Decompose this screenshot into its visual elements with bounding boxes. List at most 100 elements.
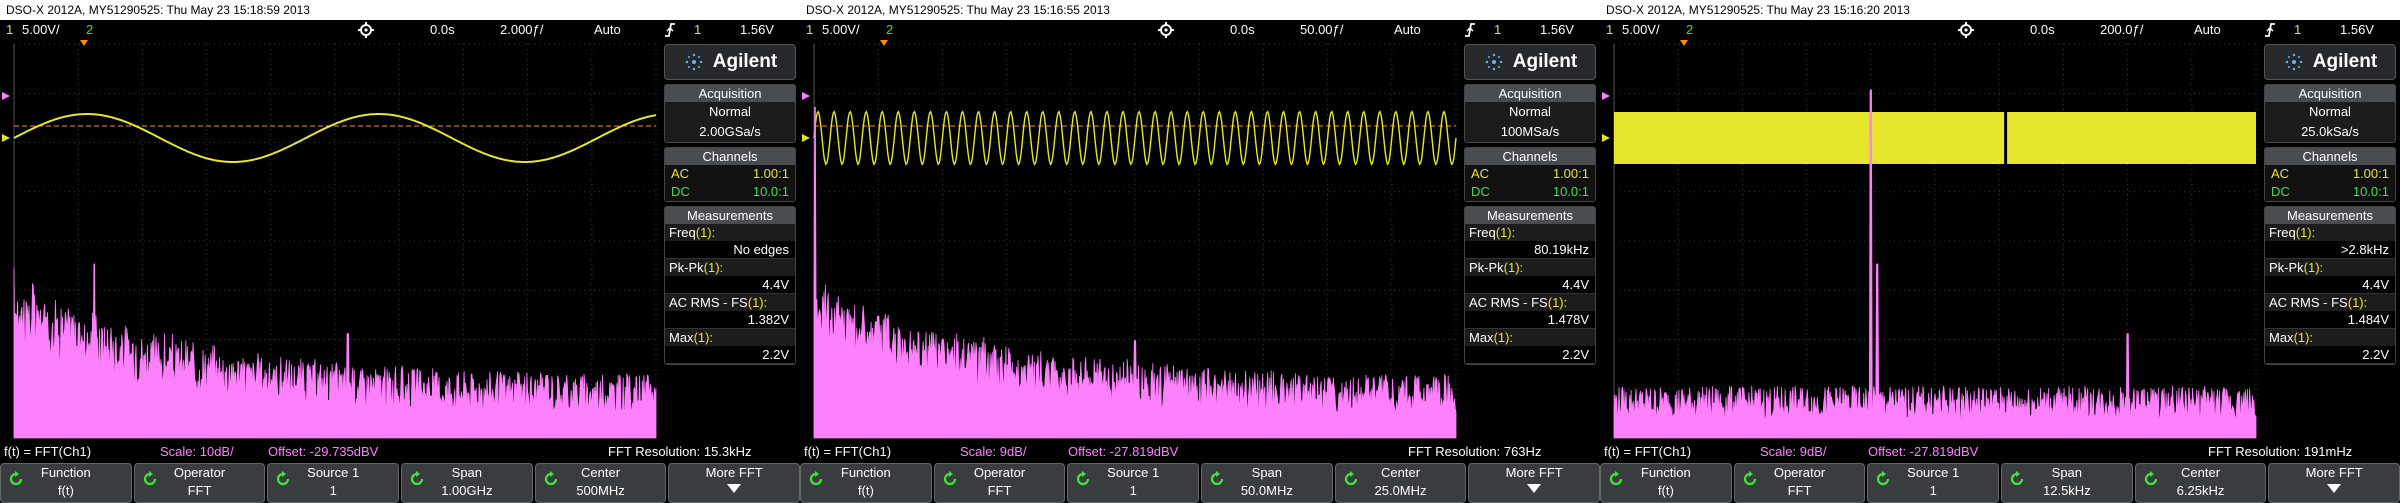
channels-section[interactable]: Channels AC 1.00:1 DC 10.0:1 [2264,147,2396,202]
span-softkey[interactable]: Span 50.0MHz [1201,463,1333,503]
channel-1-row[interactable]: AC 1.00:1 [665,165,795,183]
sample-rate: 100MSa/s [1500,124,1560,139]
brand-logo: Agilent [664,44,796,80]
rotate-knob-icon [1210,471,1224,486]
acrms-label: AC RMS - FS(1): [1469,295,1568,310]
ch2-indicator[interactable]: 2 [1686,20,1693,40]
operator-softkey[interactable]: Operator FFT [133,463,266,503]
fft-resolution: FFT Resolution: 763Hz [1408,444,1542,459]
ch1-coupling: AC [2271,166,2290,181]
channel-1-row[interactable]: AC 1.00:1 [2265,165,2395,183]
channel-1-row[interactable]: AC 1.00:1 [1465,165,1595,183]
center-softkey[interactable]: Center 500MHz [534,463,667,503]
span-softkey[interactable]: Span 12.5kHz [2001,463,2133,503]
operator-softkey[interactable]: Operator FFT [1733,463,1866,503]
ch1-scale[interactable]: 5.00V/ [822,20,860,40]
ch1-scale[interactable]: 5.00V/ [1622,20,1660,40]
channel-2-row[interactable]: DC 10.0:1 [1465,183,1595,201]
operator-softkey[interactable]: Operator FFT [933,463,1066,503]
freq-label: Freq(1): [669,225,716,240]
max-value: 2.2V [665,346,795,364]
horizontal-delay[interactable]: 0.0s [1230,20,1255,40]
source-softkey[interactable]: Source 11 [1867,463,2000,503]
waveform-display[interactable] [1600,40,2260,442]
trigger-edge-icon [1465,23,1475,37]
ch1-indicator[interactable]: 1 [806,20,813,40]
trigger-mode[interactable]: Auto [1394,20,1421,40]
fft-resolution: FFT Resolution: 191mHz [2208,444,2353,459]
math-scale[interactable]: Scale: 9dB/ [1760,442,1827,462]
center-softkey[interactable]: Center 25.0MHz [1334,463,1467,503]
freq-label: Freq(1): [1469,225,1516,240]
math-scale[interactable]: Scale: 9dB/ [960,442,1027,462]
math-ground-marker [1602,92,1610,100]
channels-section[interactable]: Channels AC 1.00:1 DC 10.0:1 [664,147,796,202]
arrow-down-icon [727,484,742,493]
rotate-knob-icon [2010,471,2024,486]
acquisition-header: Acquisition [2265,85,2395,102]
source-softkey[interactable]: Source 11 [1067,463,1200,503]
ch1-scale[interactable]: 5.00V/ [22,20,60,40]
acquisition-section[interactable]: Acquisition Normal 2.00GSa/s [664,84,796,143]
more-fft-softkey[interactable]: More FFT [1468,463,1600,503]
channels-section[interactable]: Channels AC 1.00:1 DC 10.0:1 [1464,147,1596,202]
math-offset[interactable]: Offset: -29.735dBV [268,442,378,462]
timebase-scale[interactable]: 200.0ƒ/ [2100,20,2143,40]
arrow-down-icon [1527,484,1542,493]
measurements-section[interactable]: Measurements Freq(1): >2.8kHz Pk-Pk(1): … [2264,206,2396,365]
function-softkey[interactable]: Function f(t) [800,463,932,503]
scope-capture: DSO-X 2012A, MY51290525: Thu May 23 15:1… [0,0,800,503]
function-softkey[interactable]: Function f(t) [0,463,132,503]
ch1-coupling: AC [1471,166,1490,181]
ch1-indicator[interactable]: 1 [6,20,13,40]
acrms-label: AC RMS - FS(1): [669,295,768,310]
math-scale[interactable]: Scale: 10dB/ [160,442,234,462]
trigger-level[interactable]: 1.56V [2340,20,2374,40]
source-softkey[interactable]: Source 11 [267,463,400,503]
center-softkey[interactable]: Center 6.25kHz [2134,463,2267,503]
rotate-knob-icon [1743,471,1756,486]
more-fft-softkey[interactable]: More FFT [2268,463,2400,503]
measurements-section[interactable]: Measurements Freq(1): 80.19kHz Pk-Pk(1):… [1464,206,1596,365]
ch2-indicator[interactable]: 2 [886,20,893,40]
freq-value: >2.8kHz [2265,241,2395,259]
timebase-scale[interactable]: 2.000ƒ/ [500,20,543,40]
horizontal-delay[interactable]: 0.0s [2030,20,2055,40]
math-offset[interactable]: Offset: -27.819dBV [1868,442,1978,462]
gear-icon [1158,22,1174,38]
measurements-section[interactable]: Measurements Freq(1): No edges Pk-Pk(1):… [664,206,796,365]
ch2-coupling: DC [2271,184,2290,199]
brand-name: Agilent [712,51,778,72]
trigger-level[interactable]: 1.56V [740,20,774,40]
waveform-display[interactable] [800,40,1460,442]
timebase-scale[interactable]: 50.00ƒ/ [1300,20,1343,40]
function-softkey[interactable]: Function f(t) [1600,463,1732,503]
waveform-display[interactable] [0,40,660,442]
side-panel: Agilent Acquisition Normal 100MSa/s Chan… [1460,40,1600,442]
channel-2-row[interactable]: DC 10.0:1 [665,183,795,201]
freq-value: 80.19kHz [1465,241,1595,259]
ch2-indicator[interactable]: 2 [86,20,93,40]
acrms-value: 1.382V [665,311,795,329]
trigger-source[interactable]: 1 [2294,20,2301,40]
math-status-bar: f(t) = FFT(Ch1) Scale: 9dB/ Offset: -27.… [800,442,1600,462]
scope-capture: DSO-X 2012A, MY51290525: Thu May 23 15:1… [800,0,1600,503]
span-softkey[interactable]: Span 1.00GHz [401,463,533,503]
math-offset[interactable]: Offset: -27.819dBV [1068,442,1178,462]
ch1-indicator[interactable]: 1 [1606,20,1613,40]
trigger-source[interactable]: 1 [694,20,701,40]
pkpk-label: Pk-Pk(1): [669,260,724,275]
trigger-mode[interactable]: Auto [2194,20,2221,40]
horizontal-delay[interactable]: 0.0s [430,20,455,40]
acquisition-section[interactable]: Acquisition Normal 100MSa/s [1464,84,1596,143]
trigger-mode[interactable]: Auto [594,20,621,40]
more-fft-softkey[interactable]: More FFT [668,463,800,503]
trigger-source[interactable]: 1 [1494,20,1501,40]
acrms-value: 1.484V [2265,311,2395,329]
acquisition-section[interactable]: Acquisition Normal 25.0kSa/s [2264,84,2396,143]
rotate-knob-icon [277,471,290,486]
waveform-graticule [802,40,1457,439]
trigger-level[interactable]: 1.56V [1540,20,1574,40]
pkpk-label: Pk-Pk(1): [1469,260,1524,275]
channel-2-row[interactable]: DC 10.0:1 [2265,183,2395,201]
